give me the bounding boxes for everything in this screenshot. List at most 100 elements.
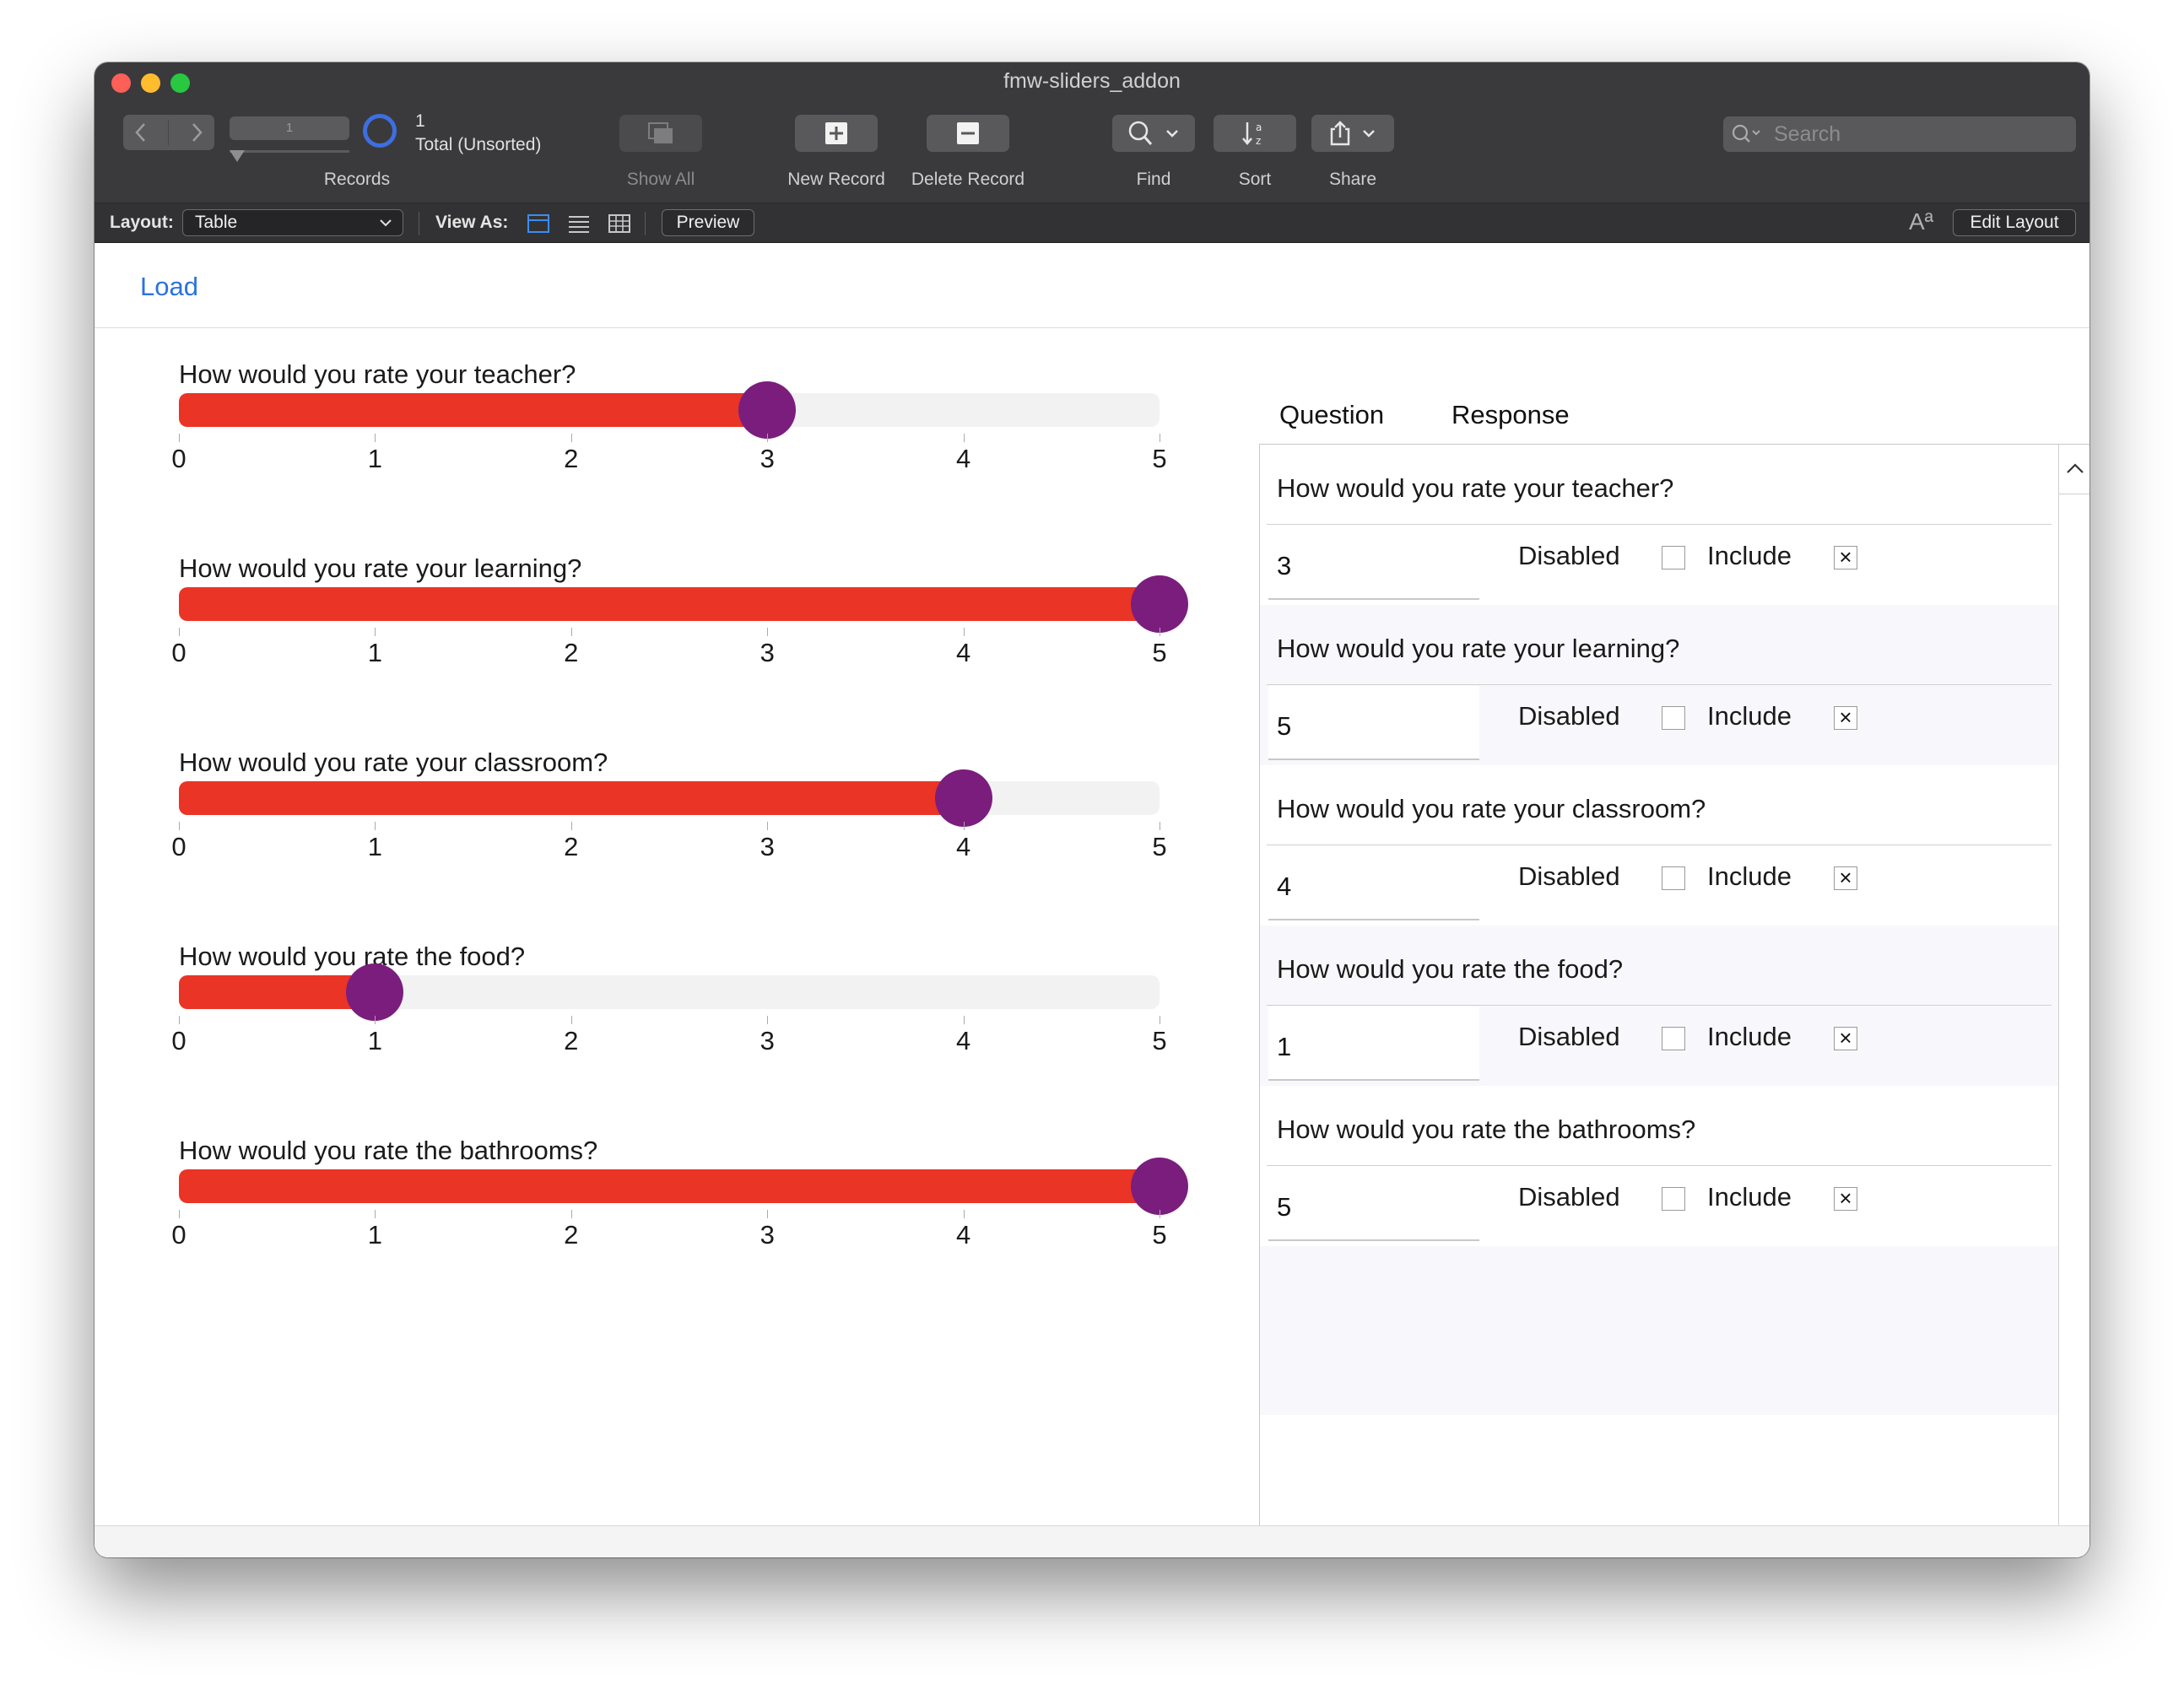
table-view-icon[interactable] (608, 213, 631, 234)
slider-tick (963, 628, 965, 636)
portal-question-field[interactable]: How would you rate your classroom? (1277, 794, 1706, 824)
portal-row: How would you rate your teacher? 3 Disable… (1260, 445, 2058, 605)
record-slider-track[interactable] (230, 150, 349, 153)
quick-find-search-box[interactable] (1723, 116, 2076, 152)
include-checkbox[interactable]: × (1834, 1187, 1857, 1211)
disabled-checkbox[interactable] (1662, 546, 1685, 569)
disabled-checkbox[interactable] (1662, 1027, 1685, 1050)
portal-scrollbar[interactable] (2058, 445, 2089, 1557)
include-checkbox[interactable]: × (1834, 706, 1857, 730)
include-checkbox[interactable]: × (1834, 1027, 1857, 1050)
list-view-icon[interactable] (567, 213, 591, 234)
slider-tick (767, 434, 769, 442)
preview-button[interactable]: Preview (662, 209, 754, 236)
include-checkbox-label: Include (1707, 701, 1792, 731)
slider-tick-label: 0 (171, 638, 187, 667)
slider-handle[interactable] (934, 769, 992, 827)
responses-portal[interactable]: How would you rate your teacher? 3 Disable… (1259, 444, 2089, 1557)
record-progress-pie-icon (363, 114, 397, 148)
delete-record-button[interactable] (927, 115, 1009, 152)
layout-select[interactable]: Table (182, 209, 403, 236)
slider-tick (767, 628, 769, 636)
include-checkbox[interactable]: × (1834, 546, 1857, 569)
slider-tick-label: 5 (1152, 638, 1167, 667)
portal-response-field[interactable]: 5 (1268, 686, 1479, 760)
slider-track[interactable] (179, 975, 1160, 1009)
app-window: fmw-sliders_addon 1 1 Total (Unsorted) R… (95, 62, 2089, 1557)
include-checkbox-label: Include (1707, 861, 1792, 891)
record-slider-handle[interactable] (230, 150, 245, 162)
svg-text:z: z (1256, 135, 1261, 147)
slider-tick (963, 1016, 965, 1024)
portal-row-divider (1267, 1005, 2052, 1006)
previous-record-button[interactable] (132, 121, 149, 143)
slider-tick-label: 2 (564, 1026, 579, 1055)
portal-question-field[interactable]: How would you rate your learning? (1277, 634, 1679, 664)
slider-tick-label: 0 (171, 1220, 187, 1250)
sort-button[interactable]: a z (1214, 115, 1296, 152)
chevron-down-icon[interactable] (1163, 125, 1181, 142)
slider-track[interactable] (179, 1169, 1160, 1203)
new-record-button[interactable] (795, 115, 878, 152)
portal-response-field[interactable]: 4 (1268, 846, 1479, 920)
slider-tick (375, 628, 376, 636)
slider-tick (767, 1016, 769, 1024)
chevron-left-icon (135, 123, 146, 142)
slider-tick-label: 2 (564, 638, 579, 667)
delete-record-label: Delete Record (911, 170, 1025, 189)
current-record-field[interactable]: 1 (230, 116, 349, 140)
slider-fill (179, 1169, 1160, 1203)
records-label: Records (323, 170, 391, 189)
scroll-up-icon[interactable] (2064, 458, 2086, 480)
layout-bar: Layout: Table View As: Preview Aª Edit L… (95, 202, 2089, 243)
portal-response-field[interactable]: 1 (1268, 1007, 1479, 1081)
slider-track[interactable] (179, 393, 1160, 427)
disabled-checkbox[interactable] (1662, 866, 1685, 890)
slider-tick-label: 4 (955, 444, 971, 473)
layout-label: Layout: (110, 213, 174, 232)
chevron-down-icon[interactable] (1360, 125, 1378, 142)
portal-response-value: 4 (1277, 872, 1292, 901)
slider-handle[interactable] (1131, 575, 1188, 633)
slider-tick (375, 822, 376, 830)
next-record-button[interactable] (188, 121, 205, 143)
include-checkbox[interactable]: × (1834, 866, 1857, 890)
slider-tick (963, 822, 965, 830)
search-icon (1732, 124, 1760, 143)
portal-question-field[interactable]: How would you rate your teacher? (1277, 473, 1673, 504)
slider-handle[interactable] (1131, 1158, 1188, 1215)
disabled-checkbox-label: Disabled (1518, 1182, 1620, 1212)
chevron-down-icon (380, 219, 392, 227)
share-button[interactable] (1311, 115, 1394, 152)
portal-question-field[interactable]: How would you rate the food? (1277, 954, 1623, 985)
portal-response-field[interactable]: 5 (1268, 1167, 1479, 1241)
slider-tick (963, 434, 965, 442)
portal-header-response: Response (1451, 400, 1570, 429)
disabled-checkbox[interactable] (1662, 706, 1685, 730)
record-total-label: Total (Unsorted) (415, 135, 542, 154)
search-input[interactable] (1772, 121, 2062, 148)
form-view-icon[interactable] (527, 213, 550, 234)
portal-question-field[interactable]: How would you rate the bathrooms? (1277, 1115, 1695, 1145)
find-button[interactable] (1112, 115, 1195, 152)
portal-header-question: Question (1279, 400, 1385, 429)
slider-fill (179, 393, 768, 427)
slider-track[interactable] (179, 587, 1160, 621)
slider-tick (570, 1210, 572, 1218)
slider-track[interactable] (179, 781, 1160, 815)
include-checkbox-label: Include (1707, 541, 1792, 570)
disabled-checkbox-label: Disabled (1518, 1022, 1620, 1051)
edit-layout-button[interactable]: Edit Layout (1953, 209, 2076, 236)
plus-icon (825, 122, 847, 144)
portal-response-value: 3 (1277, 551, 1292, 580)
disabled-checkbox[interactable] (1662, 1187, 1685, 1211)
slider-handle[interactable] (346, 963, 404, 1021)
show-all-button[interactable] (619, 115, 702, 152)
disabled-checkbox-label: Disabled (1518, 861, 1620, 891)
text-size-icon[interactable]: Aª (1909, 208, 1933, 235)
slider-handle[interactable] (738, 381, 797, 439)
record-count: 1 (415, 111, 425, 131)
portal-response-value: 5 (1277, 1192, 1292, 1222)
portal-response-field[interactable]: 3 (1268, 526, 1479, 600)
slider-tick-label: 2 (564, 832, 579, 861)
